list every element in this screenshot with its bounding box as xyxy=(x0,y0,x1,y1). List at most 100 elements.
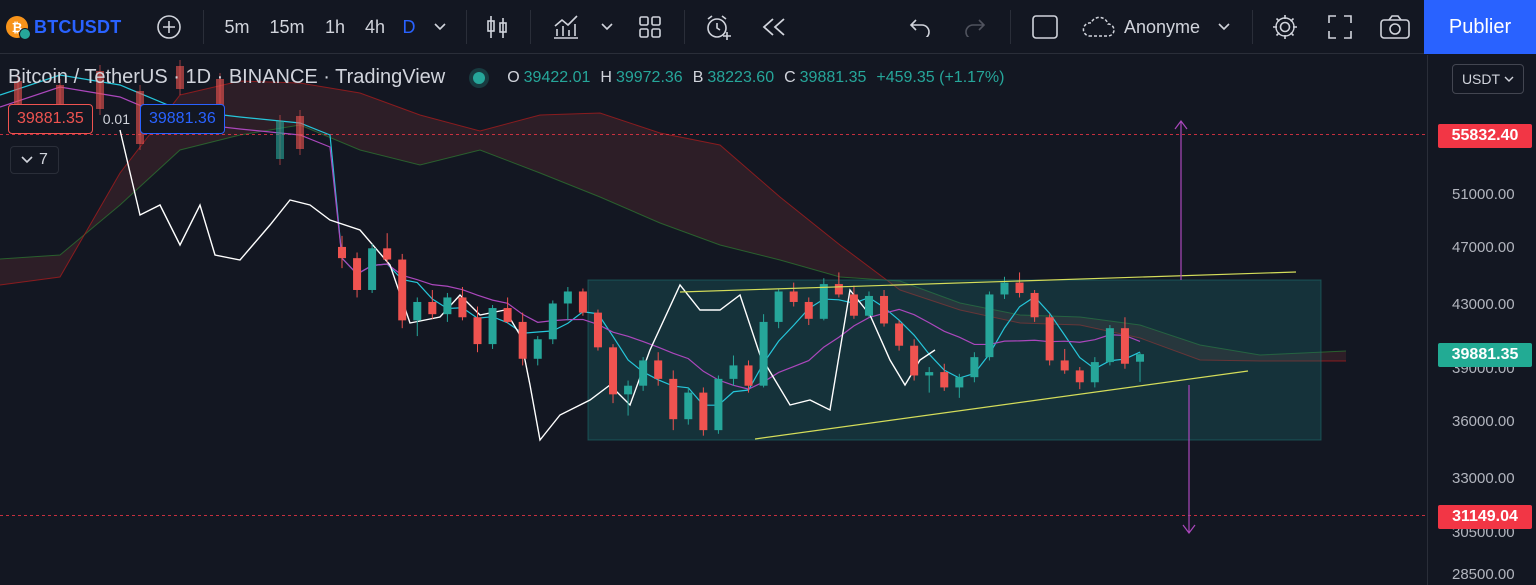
candle-body xyxy=(1136,354,1144,362)
candle-body xyxy=(593,312,602,348)
candle-body xyxy=(1105,328,1114,363)
symbol-name[interactable]: BTCUSDT xyxy=(34,17,121,38)
candle-body xyxy=(1015,282,1024,293)
currency-label: USDT xyxy=(1461,71,1501,87)
range-box[interactable] xyxy=(587,279,1322,441)
target-high-label: 55832.40 xyxy=(1438,124,1532,148)
candle-body xyxy=(276,121,284,159)
candle-body xyxy=(398,259,407,321)
high-value: 39972.36 xyxy=(615,68,683,86)
candle-body xyxy=(383,248,392,260)
toolbar-divider xyxy=(466,10,467,44)
candle-body xyxy=(1060,360,1069,371)
chart-legend: Bitcoin / TetherUS · 1D · BINANCE · Trad… xyxy=(8,66,1004,89)
candle-body xyxy=(368,248,377,290)
timeframe-chevron-down-icon[interactable] xyxy=(428,0,452,54)
candle-body xyxy=(503,308,512,322)
legend-title: Bitcoin / TetherUS · 1D · BINANCE · Trad… xyxy=(8,66,446,88)
candle-body xyxy=(624,385,633,395)
toolbar-divider xyxy=(684,10,685,44)
timeframe-4h[interactable]: 4h xyxy=(358,0,392,54)
currency-selector[interactable]: USDT xyxy=(1452,64,1524,94)
price-chart[interactable] xyxy=(0,55,1427,585)
add-symbol-icon[interactable] xyxy=(152,0,186,54)
candle-body xyxy=(443,297,452,315)
candle-body xyxy=(684,392,693,420)
candle-body xyxy=(895,323,904,346)
candle-body xyxy=(925,372,934,376)
timeframe-5m[interactable]: 5m xyxy=(218,0,256,54)
axis-tick: 33000.00 xyxy=(1452,470,1515,487)
templates-icon[interactable] xyxy=(634,0,666,54)
candle-body xyxy=(578,291,587,313)
candle-body xyxy=(804,301,813,319)
trade-buttons: 39881.35 0.01 39881.36 xyxy=(8,104,225,134)
change-value: +459.35 (+1.17%) xyxy=(876,68,1005,86)
fullscreen-icon[interactable] xyxy=(1323,0,1357,54)
candle-body xyxy=(1090,362,1099,383)
axis-tick: 47000.00 xyxy=(1452,239,1515,256)
redo-icon[interactable] xyxy=(958,0,992,54)
camera-icon[interactable] xyxy=(1376,0,1414,54)
axis-tick: 43000.00 xyxy=(1452,296,1515,313)
open-label: O xyxy=(507,68,520,86)
toolbar-divider xyxy=(1252,10,1253,44)
publish-button[interactable]: Publier xyxy=(1424,0,1536,54)
replay-icon[interactable] xyxy=(756,0,792,54)
candle-body xyxy=(353,258,362,290)
candle-body xyxy=(518,321,527,359)
close-label: C xyxy=(784,68,796,86)
candle-body xyxy=(338,246,346,259)
low-value: 38223.60 xyxy=(707,68,775,86)
indicators-icon[interactable] xyxy=(548,0,584,54)
candle-body xyxy=(533,339,542,359)
timeframe-15m[interactable]: 15m xyxy=(264,0,310,54)
ohlc-values: O 39422.01 H 39972.36 B 38223.60 C 39881.35 … xyxy=(507,69,1004,87)
layout-name: Anonyme xyxy=(1124,16,1201,37)
candle-body xyxy=(699,392,708,431)
candle-body xyxy=(1075,370,1084,383)
layout-chevron-down-icon xyxy=(1218,23,1230,31)
candle-body xyxy=(488,308,497,345)
layout-name-button[interactable]: Anonyme xyxy=(1080,0,1240,54)
sell-button[interactable]: 39881.35 xyxy=(8,104,93,134)
candle-body xyxy=(1120,328,1129,364)
candle-body xyxy=(1045,317,1054,361)
toolbar-divider xyxy=(1010,10,1011,44)
indicators-count: 7 xyxy=(39,151,48,168)
layout-icon[interactable] xyxy=(1028,0,1062,54)
candle-body xyxy=(849,294,858,316)
candle-body xyxy=(985,294,994,358)
candle-body xyxy=(714,378,723,431)
candles-icon[interactable] xyxy=(480,0,514,54)
candle-body xyxy=(819,284,828,319)
candle-body xyxy=(413,301,422,321)
candle-body xyxy=(955,377,964,388)
candle-body xyxy=(910,345,919,376)
buy-button[interactable]: 39881.36 xyxy=(139,104,225,134)
candle-body xyxy=(548,303,557,340)
chevron-down-icon xyxy=(1504,76,1514,82)
settings-icon[interactable] xyxy=(1268,0,1302,54)
candle-body xyxy=(729,365,738,379)
candle-body xyxy=(970,357,979,378)
candle-body xyxy=(834,284,843,295)
undo-icon[interactable] xyxy=(903,0,937,54)
cloud-icon xyxy=(1082,16,1115,37)
high-label: H xyxy=(600,68,612,86)
symbol-search[interactable]: ₿ BTCUSDT xyxy=(6,0,121,54)
candle-body xyxy=(940,372,949,388)
spread-value: 0.01 xyxy=(102,111,130,127)
candle-body xyxy=(296,116,304,149)
timeframe-1h[interactable]: 1h xyxy=(318,0,352,54)
alert-icon[interactable] xyxy=(700,0,736,54)
toolbar-divider xyxy=(530,10,531,44)
axis-tick: 51000.00 xyxy=(1452,186,1515,203)
timeframe-d[interactable]: D xyxy=(396,0,422,54)
candle-body xyxy=(473,317,482,345)
indicators-chevron-down-icon[interactable] xyxy=(596,0,618,54)
indicators-toggle[interactable]: 7 xyxy=(10,146,59,174)
chart-pane[interactable] xyxy=(0,55,1536,585)
candle-body xyxy=(759,321,768,386)
candle-body xyxy=(789,291,798,302)
